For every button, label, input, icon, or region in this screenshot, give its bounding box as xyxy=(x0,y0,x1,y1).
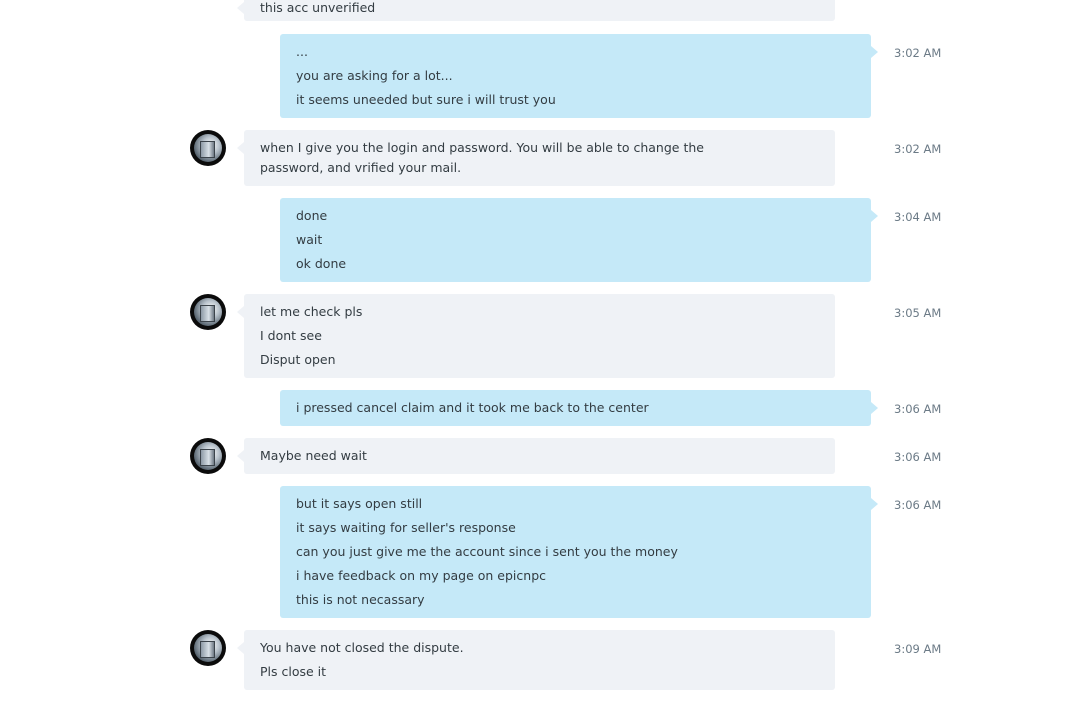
message-text: You have not closed the dispute. xyxy=(260,640,464,655)
message-text: wait xyxy=(296,232,323,247)
message-text: it seems uneeded but sure i will trust y… xyxy=(296,92,556,107)
message-text: it says waiting for seller's response xyxy=(296,520,516,535)
message-timestamp: 3:02 AM xyxy=(894,142,942,156)
message-text: ok done xyxy=(296,256,347,271)
contact-avatar-icon[interactable] xyxy=(190,130,226,166)
message-text: done xyxy=(296,208,328,223)
incoming-message: Maybe need wait xyxy=(237,438,835,474)
outgoing-message: but it says open still it says waiting f… xyxy=(280,486,878,618)
incoming-message: when I give you the login and password. … xyxy=(237,130,835,186)
message-timestamp: 3:06 AM xyxy=(894,498,942,512)
message-text: Pls close it xyxy=(260,664,327,679)
message-timestamp: 3:04 AM xyxy=(894,210,942,224)
contact-avatar-icon[interactable] xyxy=(190,630,226,666)
message-timestamp: 3:06 AM xyxy=(894,402,942,416)
message-text: let me check pls xyxy=(260,304,363,319)
message-text: i have feedback on my page on epicnpc xyxy=(296,568,547,583)
outgoing-message: i pressed cancel claim and it took me ba… xyxy=(280,390,878,426)
message-text: can you just give me the account since i… xyxy=(296,544,678,559)
message-timestamp: 3:06 AM xyxy=(894,450,942,464)
incoming-message: You have not closed the dispute. Pls clo… xyxy=(237,630,835,690)
message-timestamp: 3:09 AM xyxy=(894,642,942,656)
contact-avatar-icon[interactable] xyxy=(190,294,226,330)
message-text: Maybe need wait xyxy=(260,448,367,463)
incoming-message: this acc unverified xyxy=(237,0,835,21)
message-text: you are asking for a lot... xyxy=(296,68,453,83)
message-text: when I give you the login and password. … xyxy=(260,140,704,175)
message-text: but it says open still xyxy=(296,496,423,511)
message-timestamp: 3:05 AM xyxy=(894,306,942,320)
message-text: this acc unverified xyxy=(260,0,376,15)
message-text: ... xyxy=(296,44,308,59)
chat-conversation: this acc unverified ... you are asking f… xyxy=(0,0,1089,707)
message-timestamp: 3:02 AM xyxy=(894,46,942,60)
outgoing-message: done wait ok done xyxy=(280,198,878,282)
message-text: Disput open xyxy=(260,352,336,367)
message-text: i pressed cancel claim and it took me ba… xyxy=(296,400,649,415)
message-text: I dont see xyxy=(260,328,322,343)
message-text: this is not necassary xyxy=(296,592,425,607)
incoming-message: let me check pls I dont see Disput open xyxy=(237,294,835,378)
outgoing-message: ... you are asking for a lot... it seems… xyxy=(280,34,878,118)
contact-avatar-icon[interactable] xyxy=(190,438,226,474)
